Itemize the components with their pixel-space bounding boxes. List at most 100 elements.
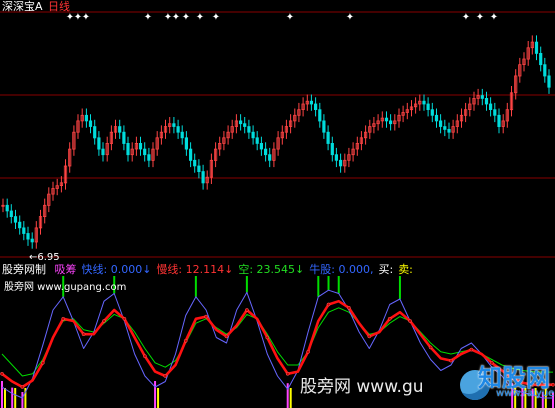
slow-dot-1 xyxy=(0,371,4,376)
candle-body-79 xyxy=(326,131,330,144)
candle-body-2 xyxy=(5,204,9,212)
candle-body-49 xyxy=(201,171,205,184)
legend-item-6[interactable]: 买: xyxy=(378,263,393,276)
candle-body-102 xyxy=(422,100,426,105)
signal-marker-6: ✦ xyxy=(172,12,180,23)
candle-body-7 xyxy=(26,233,30,240)
candle-body-106 xyxy=(438,120,443,127)
candle-body-62 xyxy=(255,137,259,144)
candle-body-61 xyxy=(251,131,255,139)
candle-body-23 xyxy=(93,126,97,139)
slow-dot-15 xyxy=(143,354,147,359)
formula-name[interactable]: 股旁网制 xyxy=(2,263,46,276)
candle-body-8 xyxy=(30,238,34,243)
slow-dot-41 xyxy=(408,319,412,323)
slow-dot-33 xyxy=(326,302,331,307)
candle-body-31 xyxy=(126,142,130,156)
signal-marker-13: ✦ xyxy=(476,12,484,23)
legend-item-7[interactable]: 卖: xyxy=(398,263,413,276)
candle-body-104 xyxy=(430,109,434,116)
signal-markers: ✦ ✦ ✦ ✦ ✦ ✦ ✦ ✦ ✦ ✦ ✦ ✦ ✦ ✦ xyxy=(66,12,498,23)
slow-dot-37 xyxy=(367,334,372,339)
candle-body-5 xyxy=(18,221,22,229)
candle-body-46 xyxy=(188,148,193,161)
legend-item-5[interactable]: 牛股: 0.000, xyxy=(309,263,373,276)
indicator-legend: 股旁网制 吸筹 快线: 0.000↓ 慢线: 12.114↓ 空: 23.545↓ 牛股… xyxy=(2,263,413,276)
watermark-site: 股旁网 www.gu xyxy=(300,377,424,397)
slow-dot-9 xyxy=(81,332,86,337)
legend-item-2[interactable]: 快线: 0.000↓ xyxy=(82,263,152,276)
slow-dot-23 xyxy=(224,334,229,339)
candle-body-4 xyxy=(13,216,18,223)
legend-item-3[interactable]: 慢线: 12.114↓ xyxy=(156,263,233,276)
slow-dot-35 xyxy=(347,305,351,310)
candle-body-129 xyxy=(534,41,539,54)
slow-dot-25 xyxy=(245,308,249,312)
signal-marker-9: ✦ xyxy=(212,12,220,23)
candle-body-59 xyxy=(243,123,247,127)
slow-dot-17 xyxy=(163,374,168,378)
candle-body-30 xyxy=(122,131,126,144)
legend-item-4[interactable]: 空: 23.545↓ xyxy=(238,263,304,276)
slow-dot-45 xyxy=(449,358,453,363)
candle-body-93 xyxy=(384,117,389,122)
price-grid xyxy=(0,11,555,179)
candle-body-29 xyxy=(118,126,122,133)
candle-body-78 xyxy=(322,120,326,133)
candle-body-42 xyxy=(172,123,176,127)
site-caption: 股旁网 www.gupang.com xyxy=(4,282,127,293)
brand-url: www.raiyue.com xyxy=(496,388,555,399)
candle-body-108 xyxy=(447,128,451,133)
candle-body-36 xyxy=(147,154,151,161)
candle-body-43 xyxy=(176,126,180,133)
slow-dot-47 xyxy=(469,347,474,352)
slow-dot-19 xyxy=(183,338,188,343)
candle-body-3 xyxy=(9,210,13,217)
candle-body-82 xyxy=(338,159,343,167)
period-label[interactable]: 日线 xyxy=(48,0,70,13)
candle-body-120 xyxy=(497,114,501,128)
slow-dot-29 xyxy=(285,371,290,376)
candle-body-103 xyxy=(426,103,430,110)
stock-chart-window: ✦ ✦ ✦ ✦ ✦ ✦ ✦ ✦ ✦ ✦ ✦ ✦ ✦ ✦ 深深宝A 日线 ←6.95 股旁网制 吸筹 快线: … xyxy=(0,0,555,408)
candle-body-118 xyxy=(488,103,493,110)
candle-body-107 xyxy=(443,126,447,130)
signal-marker-12: ✦ xyxy=(462,12,470,23)
candle-body-77 xyxy=(318,109,322,122)
candle-body-24 xyxy=(97,137,101,150)
slow-dot-39 xyxy=(387,316,392,321)
signal-marker-7: ✦ xyxy=(182,12,190,23)
candle-body-116 xyxy=(480,95,484,99)
slow-dot-13 xyxy=(122,316,127,321)
candle-body-48 xyxy=(197,165,201,172)
candle-body-25 xyxy=(101,148,105,156)
signal-marker-10: ✦ xyxy=(286,12,294,23)
candle-body-117 xyxy=(484,98,489,105)
candle-body-76 xyxy=(313,103,318,110)
candle-body-105 xyxy=(434,114,439,122)
candle-body-35 xyxy=(143,148,147,156)
slow-dot-31 xyxy=(306,349,310,354)
candle-body-45 xyxy=(184,137,188,150)
candle-body-58 xyxy=(238,120,243,125)
candle-body-94 xyxy=(388,120,393,125)
signal-marker-3: ✦ xyxy=(82,12,90,23)
slow-dot-11 xyxy=(102,319,106,323)
slow-dot-21 xyxy=(204,314,208,319)
legend-item-1[interactable]: 吸筹 xyxy=(55,263,77,276)
candle-body-22 xyxy=(88,120,93,127)
candle-body-80 xyxy=(330,142,334,156)
watermark-brand-logo: 知股网 www.raiyue.com xyxy=(460,356,555,408)
candle-body-47 xyxy=(193,159,197,167)
slow-dot-3 xyxy=(20,385,25,389)
slow-dot-27 xyxy=(265,335,270,340)
signal-marker-8: ✦ xyxy=(196,12,204,23)
candle-body-60 xyxy=(247,126,251,133)
signal-marker-4: ✦ xyxy=(144,12,152,23)
stock-name[interactable]: 深深宝A xyxy=(2,0,43,13)
candle-body-81 xyxy=(334,154,339,161)
candle-body-132 xyxy=(547,75,551,88)
candle-body-63 xyxy=(259,142,264,150)
chart-canvas[interactable]: ✦ ✦ ✦ ✦ ✦ ✦ ✦ ✦ ✦ ✦ ✦ ✦ ✦ ✦ xyxy=(0,0,555,408)
candlestick-series xyxy=(1,35,551,249)
